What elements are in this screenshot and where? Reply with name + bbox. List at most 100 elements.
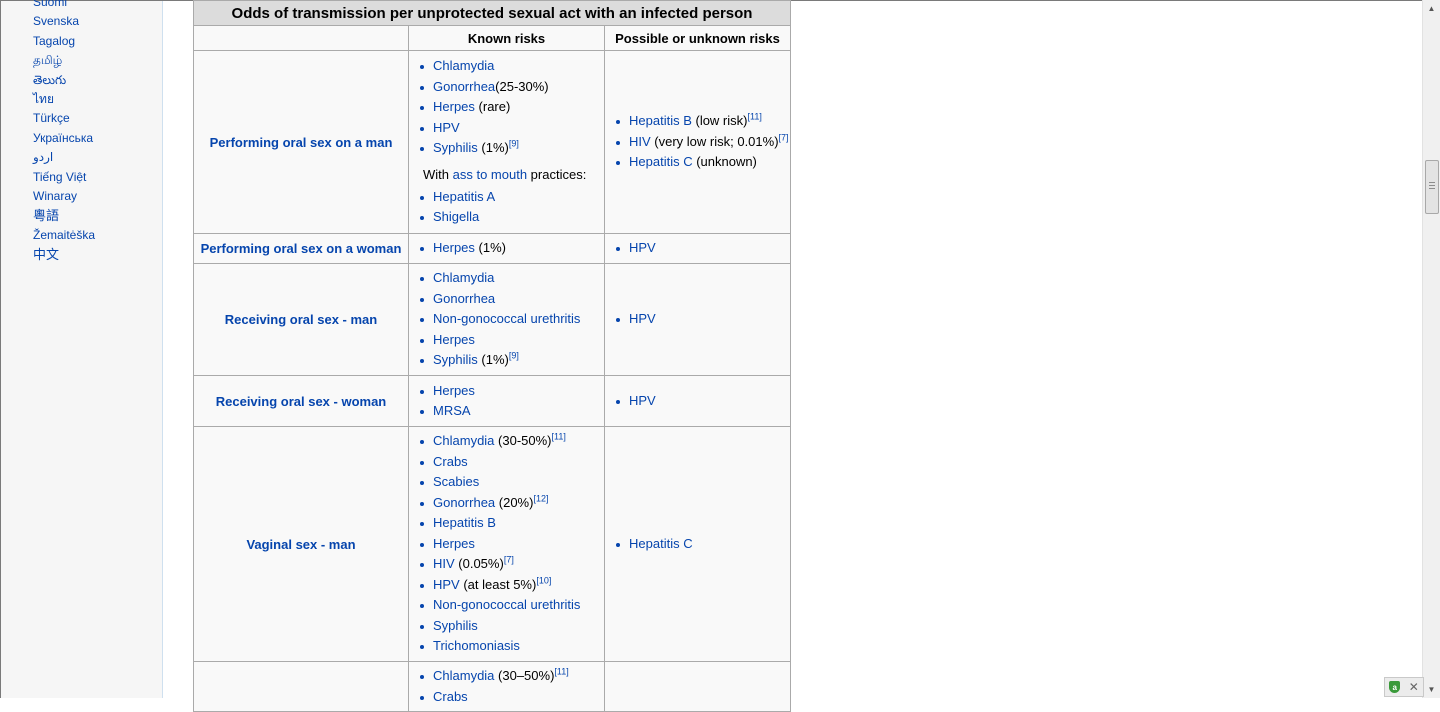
disease-link[interactable]: Syphilis	[433, 140, 478, 155]
practice-link[interactable]: ass to mouth	[453, 167, 527, 182]
language-link[interactable]: Suomi	[33, 0, 95, 12]
citation-link[interactable]: [12]	[533, 493, 548, 503]
disease-link[interactable]: MRSA	[433, 403, 471, 418]
risk-note: (unknown)	[692, 154, 757, 170]
list-item: Herpes (1%)	[420, 238, 604, 259]
disease-link[interactable]: Chlamydia	[433, 270, 494, 285]
citation-link[interactable]: [9]	[509, 139, 519, 149]
disease-link[interactable]: HPV	[433, 120, 460, 135]
scroll-thumb[interactable]	[1425, 160, 1439, 214]
possible-risks-cell	[604, 661, 791, 712]
addon-status-widget: a ✕	[1384, 677, 1424, 697]
language-link[interactable]: Svenska	[33, 12, 95, 31]
possible-risks-cell: HPV	[604, 375, 791, 427]
disease-link[interactable]: Syphilis	[433, 352, 478, 367]
disease-link[interactable]: Hepatitis C	[629, 154, 693, 169]
disease-link[interactable]: HPV	[629, 311, 656, 326]
language-link[interactable]: اردو	[33, 148, 95, 167]
possible-risk-list: HPV	[605, 305, 790, 334]
risk-note: (low risk)	[691, 113, 748, 129]
language-link[interactable]: Winaray	[33, 187, 95, 206]
disease-link[interactable]: Syphilis	[433, 618, 478, 633]
list-item: Syphilis (1%)[9]	[420, 138, 604, 159]
possible-risks-header: Possible or unknown risks	[604, 25, 791, 51]
disease-link[interactable]: Crabs	[433, 454, 468, 469]
possible-risks-cell: HPV	[604, 263, 791, 376]
disease-link[interactable]: HIV	[433, 556, 455, 571]
row-header-link[interactable]	[193, 661, 409, 712]
disease-link[interactable]: HPV	[629, 393, 656, 408]
known-risks-header: Known risks	[408, 25, 605, 51]
language-link[interactable]: Українська	[33, 129, 95, 148]
citation-link[interactable]: [11]	[747, 112, 761, 122]
disease-link[interactable]: Gonorrhea	[433, 291, 495, 306]
risk-note: (rare)	[474, 99, 511, 115]
disease-link[interactable]: Hepatitis B	[629, 113, 692, 128]
scroll-down-arrow-icon[interactable]: ▼	[1423, 681, 1440, 698]
list-item: Chlamydia (30–50%)[11]	[420, 666, 604, 687]
disease-link[interactable]: Hepatitis A	[433, 189, 495, 204]
disease-link[interactable]: HPV	[433, 577, 460, 592]
disease-link[interactable]: Herpes	[433, 332, 475, 347]
disease-link[interactable]: HPV	[629, 240, 656, 255]
scroll-up-arrow-icon[interactable]: ▲	[1423, 0, 1440, 17]
row-header-link[interactable]: Receiving oral sex - man	[193, 263, 409, 376]
vertical-scrollbar[interactable]: ▲ ▼	[1422, 0, 1440, 698]
list-item: Chlamydia (30-50%)[11]	[420, 431, 604, 452]
citation-link[interactable]: [7]	[504, 555, 514, 565]
disease-link[interactable]: Herpes	[433, 383, 475, 398]
disease-link[interactable]: Hepatitis B	[433, 515, 496, 530]
disease-link[interactable]: Scabies	[433, 474, 479, 489]
citation-link[interactable]: [11]	[554, 667, 568, 677]
disease-link[interactable]: Trichomoniasis	[433, 638, 520, 653]
list-item: Herpes	[420, 381, 604, 402]
language-link[interactable]: తెలుగు	[33, 71, 95, 90]
language-link[interactable]: 粵語	[33, 206, 95, 225]
list-item: HPV (at least 5%)[10]	[420, 575, 604, 596]
language-link[interactable]: Türkçe	[33, 109, 95, 128]
shield-icon[interactable]: a	[1389, 681, 1401, 693]
row-header-link[interactable]: Performing oral sex on a woman	[193, 233, 409, 264]
list-item: Hepatitis A	[420, 187, 604, 208]
list-item: Herpes	[420, 534, 604, 555]
known-risk-list: Herpes MRSA	[409, 377, 604, 426]
language-link[interactable]: Tagalog	[33, 32, 95, 51]
disease-link[interactable]: Gonorrhea	[433, 495, 495, 510]
row-header-link[interactable]: Vaginal sex - man	[193, 426, 409, 662]
grip-line	[1429, 188, 1435, 189]
empty-header-cell	[193, 25, 409, 51]
disease-link[interactable]: HIV	[629, 134, 651, 149]
language-link[interactable]: ไทย	[33, 90, 95, 109]
disease-link[interactable]: Non-gonococcal urethritis	[433, 311, 580, 326]
disease-link[interactable]: Gonorrhea	[433, 79, 495, 94]
citation-link[interactable]: [7]	[779, 132, 789, 142]
citation-link[interactable]: [10]	[536, 575, 551, 585]
grip-line	[1429, 185, 1435, 186]
language-link[interactable]: Žemaitėška	[33, 226, 95, 245]
row-header-link[interactable]: Performing oral sex on a man	[193, 50, 409, 234]
disease-link[interactable]: Herpes	[433, 536, 475, 551]
disease-link[interactable]: Chlamydia	[433, 433, 494, 448]
disease-link[interactable]: Chlamydia	[433, 58, 494, 73]
row-header-link[interactable]: Receiving oral sex - woman	[193, 375, 409, 427]
risk-note: (1%)	[477, 140, 509, 156]
disease-link[interactable]: Hepatitis C	[629, 536, 693, 551]
disease-link[interactable]: Chlamydia	[433, 668, 494, 683]
disease-link[interactable]: Shigella	[433, 209, 479, 224]
table-row: Vaginal sex - man Chlamydia (30-50%)[11] C…	[193, 426, 791, 662]
close-icon[interactable]: ✕	[1409, 681, 1419, 693]
disease-link[interactable]: Herpes	[433, 99, 475, 114]
list-item: Shigella	[420, 207, 604, 228]
language-link[interactable]: 中文	[33, 245, 95, 264]
citation-link[interactable]: [11]	[552, 432, 566, 442]
citation-link[interactable]: [9]	[509, 351, 519, 361]
possible-risk-list: HPV	[605, 387, 790, 416]
language-link[interactable]: தமிழ்	[33, 51, 95, 70]
disease-link[interactable]: Herpes	[433, 240, 475, 255]
language-link[interactable]: Tiếng Việt	[33, 168, 95, 187]
list-item: HIV (very low risk; 0.01%)[7]	[616, 132, 790, 153]
disease-link[interactable]: Non-gonococcal urethritis	[433, 597, 580, 612]
known-risks-cell: Herpes MRSA	[408, 375, 605, 427]
sidebar: Suomi Svenska Tagalog தமிழ் తెలుగు ไทย Türkçe У…	[1, 0, 163, 698]
disease-link[interactable]: Crabs	[433, 689, 468, 704]
